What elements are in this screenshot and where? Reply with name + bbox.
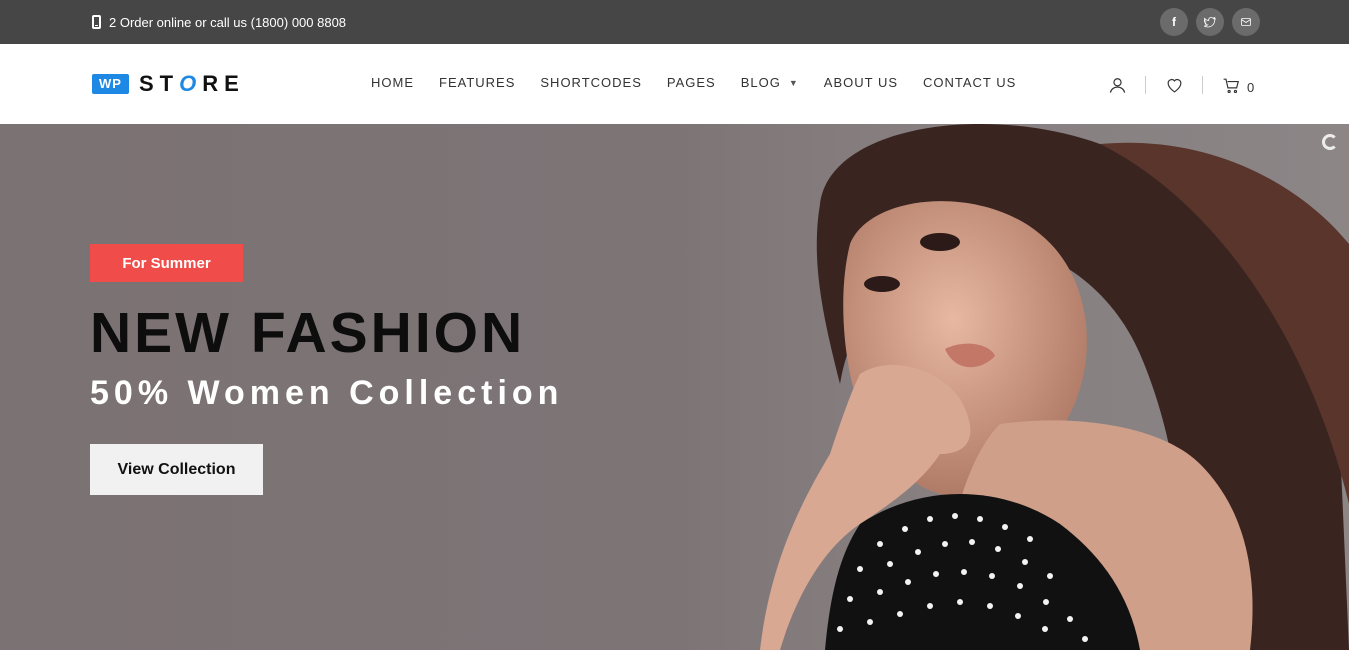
main-nav: HOME FEATURES SHORTCODES PAGES BLOG ▼ ABO… <box>371 75 1016 90</box>
header-tools: 0 <box>1107 74 1254 96</box>
hero-headline: NEW FASHION <box>90 301 526 365</box>
social-links: f <box>1160 8 1260 36</box>
model-photo <box>740 124 1349 650</box>
divider <box>1202 76 1203 94</box>
logo-badge: WP <box>92 74 129 94</box>
logo-wordmark: STORE <box>138 71 245 96</box>
facebook-icon[interactable]: f <box>1160 8 1188 36</box>
nav-features[interactable]: FEATURES <box>439 75 515 90</box>
loading-spinner-icon <box>1322 134 1338 150</box>
top-bar: 2 Order online or call us (1800) 000 880… <box>0 0 1349 44</box>
cart-icon[interactable] <box>1221 75 1241 95</box>
twitter-icon[interactable] <box>1196 8 1224 36</box>
divider <box>1145 76 1146 94</box>
site-header: WP STORE HOME FEATURES SHORTCODES PAGES … <box>0 44 1349 124</box>
hero-subline: 50% Women Collection <box>90 374 564 412</box>
chevron-down-icon: ▼ <box>788 77 799 88</box>
mail-icon[interactable] <box>1232 8 1260 36</box>
heart-icon[interactable] <box>1164 75 1184 95</box>
contact-text: 2 Order online or call us (1800) 000 880… <box>109 14 347 30</box>
nav-home[interactable]: HOME <box>371 75 414 90</box>
hero-slider: For Summer NEW FASHION 50% Women Collect… <box>0 124 1349 650</box>
phone-icon <box>92 15 101 29</box>
nav-blog[interactable]: BLOG ▼ <box>741 75 799 90</box>
promo-badge: For Summer <box>90 244 243 282</box>
nav-contact-us[interactable]: CONTACT US <box>923 75 1016 90</box>
user-icon[interactable] <box>1107 75 1127 95</box>
nav-pages[interactable]: PAGES <box>667 75 716 90</box>
site-logo[interactable]: WP STORE <box>92 71 245 96</box>
view-collection-button[interactable]: View Collection <box>90 444 263 495</box>
cart-count: 0 <box>1247 79 1255 95</box>
nav-shortcodes[interactable]: SHORTCODES <box>540 75 642 90</box>
contact-info: 2 Order online or call us (1800) 000 880… <box>92 13 346 31</box>
nav-about-us[interactable]: ABOUT US <box>824 75 898 90</box>
